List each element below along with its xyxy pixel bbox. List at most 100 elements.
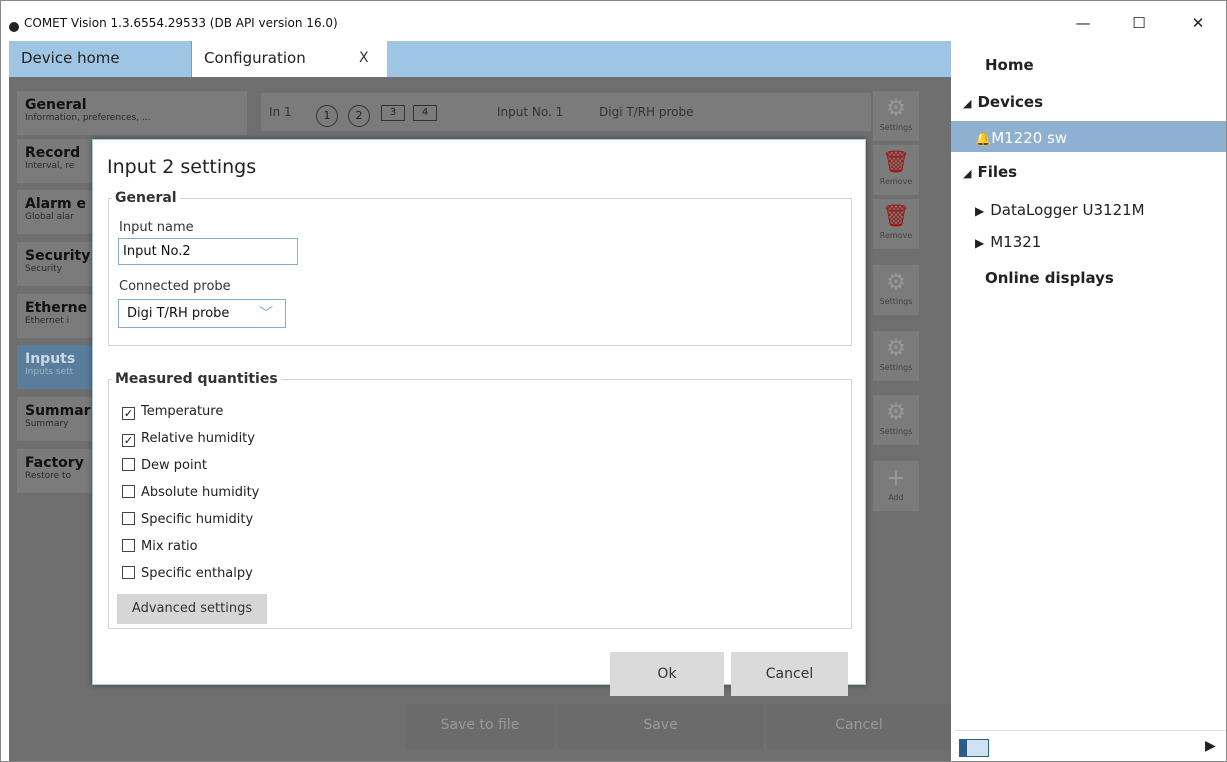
connected-probe-value: Digi T/RH probe — [127, 306, 230, 321]
connected-probe-select[interactable]: Digi T/RH probe ﹀ — [118, 299, 286, 328]
ok-button[interactable]: Ok — [610, 652, 724, 696]
maximize-button[interactable]: ☐ — [1119, 9, 1159, 37]
input-probe-text: Digi T/RH probe — [599, 105, 694, 119]
input-settings-dialog: Input 2 settings General Input name Conn… — [92, 139, 866, 696]
input-name-field[interactable] — [118, 238, 298, 265]
files-section[interactable]: ◢ Files — [963, 163, 1213, 181]
tab-configuration-label: Configuration — [204, 49, 306, 67]
quantity-label: Relative humidity — [141, 431, 255, 446]
checkbox[interactable] — [122, 539, 135, 552]
save-to-file-button[interactable]: Save to file — [406, 704, 554, 749]
online-displays-link[interactable]: Online displays — [985, 269, 1215, 287]
cancel-button[interactable]: Cancel — [767, 704, 951, 749]
home-link[interactable]: Home — [985, 56, 1185, 74]
add-button[interactable]: + Add — [873, 461, 919, 511]
remove-label: Remove — [879, 231, 913, 240]
file-label: DataLogger U3121M — [990, 201, 1145, 219]
quantity-absolute-humidity[interactable]: Absolute humidity — [122, 485, 259, 507]
settings-button[interactable]: ⚙ Settings — [873, 91, 919, 141]
dialog-cancel-button[interactable]: Cancel — [731, 652, 848, 696]
expand-panel-icon[interactable]: ▶ — [1205, 738, 1216, 754]
quantity-specific-enthalpy[interactable]: Specific enthalpy — [122, 566, 253, 588]
expand-icon: ▶ — [975, 236, 985, 250]
input-number-2[interactable]: 2 — [348, 105, 370, 127]
nav-title: General — [25, 97, 87, 113]
panel-footer: ▶ — [955, 730, 1226, 761]
settings-icon: ⚙ — [886, 96, 906, 121]
settings-button[interactable]: ⚙ Settings — [873, 395, 919, 445]
checkbox[interactable] — [122, 485, 135, 498]
quantity-label: Temperature — [141, 404, 224, 419]
quantity-mix-ratio[interactable]: Mix ratio — [122, 539, 198, 561]
quantity-dew-point[interactable]: Dew point — [122, 458, 207, 480]
input-row[interactable]: In 1 1 2 3 4 Input No. 1 Digi T/RH probe — [261, 93, 871, 131]
chevron-down-icon: ﹀ — [259, 306, 273, 322]
title-bar: COMET Vision 1.3.6554.29533 (DB API vers… — [1, 1, 1226, 41]
settings-label: Settings — [879, 123, 913, 132]
quantity-label: Absolute humidity — [141, 485, 260, 500]
trash-icon: 🗑 — [882, 204, 910, 229]
settings-label: Settings — [879, 427, 913, 436]
devices-label: Devices — [977, 93, 1044, 111]
remove-label: Remove — [879, 177, 913, 186]
quantity-relative-humidity[interactable]: ✓ Relative humidity — [122, 431, 255, 453]
trash-icon: 🗑 — [882, 150, 910, 175]
checkbox[interactable] — [122, 458, 135, 471]
dialog-title: Input 2 settings — [107, 156, 257, 178]
settings-button[interactable]: ⚙ Settings — [873, 265, 919, 315]
settings-icon: ⚙ — [886, 336, 906, 361]
expand-icon: ▶ — [975, 204, 985, 218]
checkbox-checked[interactable]: ✓ — [122, 434, 135, 447]
device-label: M1220 sw — [991, 129, 1068, 147]
checkbox[interactable] — [122, 512, 135, 525]
input-number-1[interactable]: 1 — [316, 105, 338, 127]
right-panel: Home ◢ Devices 🔔M1220 sw ◢ Files ▶ DataLogg… — [951, 41, 1226, 761]
quantity-temperature[interactable]: ✓ Temperature — [122, 404, 223, 426]
nav-subtitle: Information, preferences, ... — [25, 113, 151, 123]
quantity-label: Specific humidity — [141, 512, 254, 527]
minimize-button[interactable]: — — [1063, 9, 1103, 37]
checkbox-checked[interactable]: ✓ — [122, 407, 135, 420]
files-label: Files — [977, 163, 1018, 181]
quantity-specific-humidity[interactable]: Specific humidity — [122, 512, 253, 534]
alarm-bell-icon: 🔔 — [975, 132, 992, 147]
devices-section[interactable]: ◢ Devices — [963, 93, 1213, 111]
checkbox[interactable] — [122, 566, 135, 579]
collapse-icon: ◢ — [963, 97, 972, 110]
panel-layout-icon[interactable] — [959, 739, 989, 757]
settings-label: Settings — [879, 297, 913, 306]
quantity-label: Dew point — [141, 458, 207, 473]
add-label: Add — [888, 493, 904, 502]
file-item[interactable]: ▶ M1321 — [975, 233, 1215, 251]
tab-configuration[interactable]: Configuration X — [191, 41, 387, 77]
input-number-4[interactable]: 4 — [413, 105, 437, 121]
nav-item-general[interactable]: General Information, preferences, ... — [17, 91, 247, 135]
remove-button[interactable]: 🗑 Remove — [873, 145, 919, 195]
collapse-icon: ◢ — [963, 167, 972, 180]
app-icon — [9, 22, 19, 32]
settings-icon: ⚙ — [886, 400, 906, 425]
settings-icon: ⚙ — [886, 270, 906, 295]
close-window-button[interactable]: ✕ — [1178, 9, 1218, 37]
input-slot-label: In 1 — [269, 105, 292, 119]
general-legend: General — [115, 190, 177, 206]
quantity-label: Specific enthalpy — [141, 566, 253, 581]
advanced-settings-button[interactable]: Advanced settings — [117, 594, 267, 624]
file-item[interactable]: ▶ DataLogger U3121M — [975, 201, 1215, 219]
app-window: COMET Vision 1.3.6554.29533 (DB API vers… — [0, 0, 1227, 762]
plus-icon: + — [886, 466, 906, 491]
input-name-text: Input No. 1 — [497, 105, 564, 119]
file-label: M1321 — [990, 233, 1042, 251]
settings-button[interactable]: ⚙ Settings — [873, 331, 919, 381]
tab-device-home[interactable]: Device home — [9, 41, 191, 77]
tab-close-icon[interactable]: X — [359, 50, 369, 66]
tab-strip: Device home Configuration X — [9, 41, 951, 77]
input-number-3[interactable]: 3 — [381, 105, 405, 121]
measured-legend: Measured quantities — [115, 371, 278, 387]
quantity-label: Mix ratio — [141, 539, 198, 554]
tab-device-home-label: Device home — [21, 49, 120, 67]
remove-button[interactable]: 🗑 Remove — [873, 199, 919, 249]
device-item[interactable]: 🔔M1220 sw — [951, 121, 1226, 152]
save-button[interactable]: Save — [558, 704, 763, 749]
connected-probe-label: Connected probe — [119, 279, 231, 294]
